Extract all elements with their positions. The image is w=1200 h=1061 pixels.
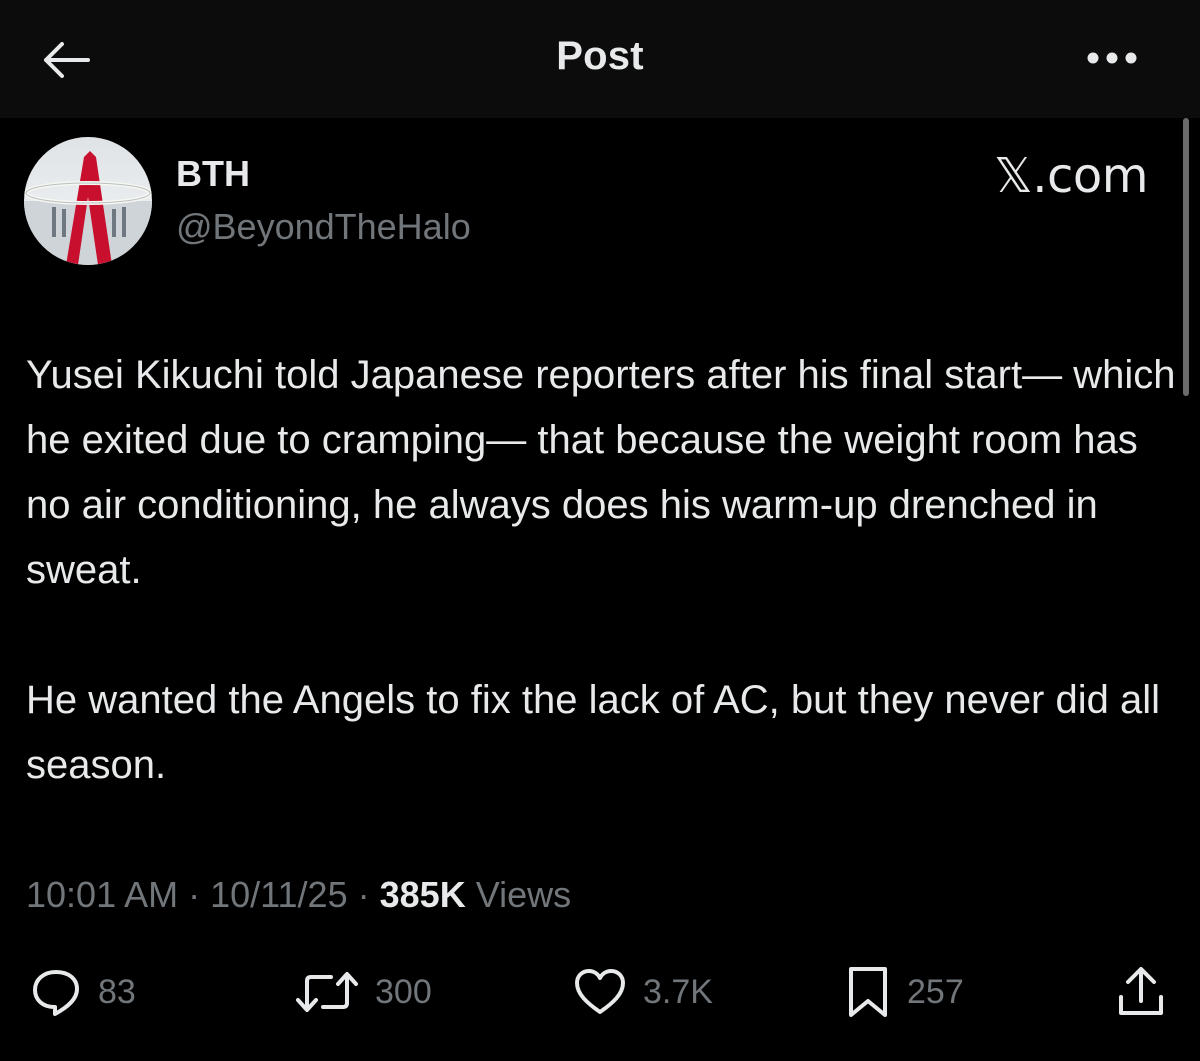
tweet-paragraph: He wanted the Angels to fix the lack of … bbox=[26, 678, 1161, 787]
source-watermark: 𝕏.com bbox=[994, 148, 1148, 204]
source-watermark-text: 𝕏.com bbox=[994, 148, 1148, 204]
avatar[interactable] bbox=[24, 137, 152, 265]
reply-count: 83 bbox=[98, 972, 136, 1011]
action-bar: 83 300 3.7K 257 bbox=[0, 960, 1200, 1024]
reply-icon bbox=[30, 967, 82, 1017]
repost-icon bbox=[295, 969, 359, 1015]
meta-separator: · bbox=[188, 874, 201, 915]
repost-count: 300 bbox=[375, 972, 432, 1011]
reply-button[interactable]: 83 bbox=[30, 960, 136, 1024]
views-count: 385K bbox=[379, 874, 466, 915]
meta-separator: · bbox=[357, 874, 370, 915]
post-date[interactable]: 10/11/25 bbox=[210, 874, 347, 915]
bookmark-icon bbox=[845, 965, 891, 1019]
tweet-meta: 10:01 AM · 10/11/25 · 385K Views bbox=[26, 874, 571, 916]
bookmark-count: 257 bbox=[907, 972, 964, 1011]
repost-button[interactable]: 300 bbox=[295, 960, 432, 1024]
views-label: Views bbox=[475, 874, 572, 915]
more-options-button[interactable] bbox=[1082, 36, 1142, 80]
share-button[interactable] bbox=[1116, 960, 1166, 1024]
post-time[interactable]: 10:01 AM bbox=[26, 874, 178, 915]
avatar-image bbox=[24, 137, 152, 265]
scrollbar[interactable] bbox=[1183, 118, 1189, 396]
more-horizontal-icon bbox=[1086, 51, 1138, 65]
like-count: 3.7K bbox=[643, 972, 713, 1011]
share-icon bbox=[1116, 965, 1166, 1019]
heart-icon bbox=[573, 968, 627, 1016]
page-title: Post bbox=[556, 34, 644, 78]
author-handle[interactable]: @BeyondTheHalo bbox=[176, 206, 471, 248]
tweet-body: Yusei Kikuchi told Japanese reporters af… bbox=[26, 343, 1176, 798]
bookmark-button[interactable]: 257 bbox=[845, 960, 964, 1024]
top-bar: Post bbox=[0, 0, 1200, 118]
tweet-paragraph: Yusei Kikuchi told Japanese reporters af… bbox=[26, 353, 1176, 592]
like-button[interactable]: 3.7K bbox=[573, 960, 713, 1024]
author-display-name[interactable]: BTH bbox=[176, 153, 250, 195]
